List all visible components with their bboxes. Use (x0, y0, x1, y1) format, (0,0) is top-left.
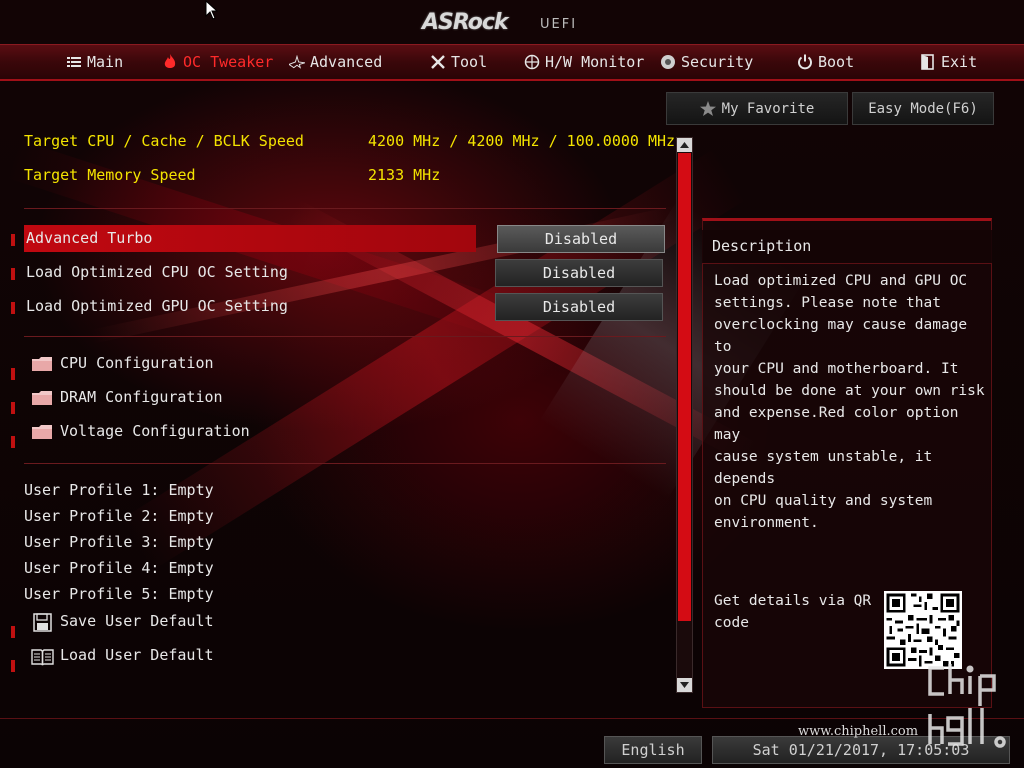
description-title: Description (702, 230, 992, 264)
save-user-default-button[interactable]: Save User Default (60, 612, 214, 630)
monitor-icon (524, 54, 540, 70)
row-marker (11, 402, 15, 414)
folder-icon (32, 357, 52, 371)
row-marker (11, 268, 15, 280)
star-icon (699, 101, 716, 116)
qr-code-icon (884, 591, 962, 669)
tab-security[interactable]: Security (660, 53, 753, 71)
description-text: Load optimized CPU and GPU OC settings. … (714, 270, 986, 534)
header: ASRock UEFI (0, 0, 1024, 44)
watermark-logo-icon (928, 664, 1006, 748)
load-cpu-oc-select[interactable]: Disabled (495, 259, 663, 287)
target-cpu-value: 4200 MHz / 4200 MHz / 100.0000 MHz (368, 132, 676, 150)
divider (24, 336, 666, 337)
target-memory-value: 2133 MHz (368, 166, 441, 184)
advanced-turbo-label[interactable]: Advanced Turbo (26, 229, 152, 247)
tab-label: OC Tweaker (183, 53, 274, 71)
tools-icon (430, 54, 446, 70)
description-line: cause system unstable, it depends (714, 449, 933, 487)
row-marker (11, 368, 15, 380)
tab-label: Exit (941, 53, 978, 71)
folder-icon (32, 391, 52, 405)
uefi-label: UEFI (540, 17, 578, 32)
description-line: environment. (714, 515, 819, 531)
row-marker (11, 302, 15, 314)
easy-mode-label: Easy Mode(F6) (868, 100, 978, 117)
top-navigation: Main OC Tweaker Advanced Tool H/W Monito… (0, 44, 1024, 81)
advanced-turbo-select[interactable]: Disabled (497, 225, 665, 253)
scroll-up-button[interactable] (677, 138, 692, 152)
tab-main[interactable]: Main (66, 53, 123, 71)
tab-label: Boot (818, 53, 855, 71)
my-favorite-tab[interactable]: My Favorite (666, 92, 848, 125)
tab-oc-tweaker[interactable]: OC Tweaker (162, 53, 273, 71)
row-marker (11, 660, 15, 672)
user-profile-5[interactable]: User Profile 5: Empty (24, 585, 214, 603)
tab-label: Security (681, 53, 754, 71)
tab-label: Advanced (310, 53, 383, 71)
submenu-voltage-configuration[interactable]: Voltage Configuration (60, 422, 250, 440)
exit-icon (920, 54, 936, 70)
user-profile-4[interactable]: User Profile 4: Empty (24, 559, 214, 577)
qr-line: Get details via QR (714, 593, 872, 609)
list-icon (66, 54, 82, 70)
load-user-default-button[interactable]: Load User Default (60, 646, 214, 664)
row-marker (11, 234, 15, 246)
arrow-up-icon (680, 142, 689, 148)
user-profile-3[interactable]: User Profile 3: Empty (24, 533, 214, 551)
save-icon (33, 613, 52, 632)
tab-label: Main (87, 53, 124, 71)
divider (24, 208, 666, 209)
shield-icon (660, 54, 676, 70)
row-marker (11, 626, 15, 638)
brand-logo: ASRock (422, 10, 509, 35)
tab-boot[interactable]: Boot (797, 53, 854, 71)
watermark-text: www.chiphell.com (798, 724, 919, 739)
star-icon (289, 54, 305, 70)
folder-icon (32, 425, 52, 439)
description-line: Load optimized CPU and GPU OC (714, 273, 968, 289)
tab-hw-monitor[interactable]: H/W Monitor (524, 53, 644, 71)
submenu-cpu-configuration[interactable]: CPU Configuration (60, 354, 214, 372)
tab-exit[interactable]: Exit (920, 53, 977, 71)
description-line: should be done at your own risk (714, 383, 985, 399)
description-line: overclocking may cause damage to (714, 317, 968, 355)
tab-tool[interactable]: Tool (430, 53, 487, 71)
description-line: on CPU quality and system (714, 493, 933, 509)
user-profile-2[interactable]: User Profile 2: Empty (24, 507, 214, 525)
mouse-cursor-icon (205, 0, 219, 20)
tab-advanced[interactable]: Advanced (289, 53, 382, 71)
user-profile-1[interactable]: User Profile 1: Empty (24, 481, 214, 499)
easy-mode-tab[interactable]: Easy Mode(F6) (852, 92, 994, 125)
load-gpu-oc-label[interactable]: Load Optimized GPU OC Setting (26, 297, 288, 315)
book-icon (31, 649, 54, 666)
description-line: your CPU and motherboard. It (714, 361, 959, 377)
scrollbar-thumb[interactable] (678, 153, 691, 621)
description-line: settings. Please note that (714, 295, 941, 311)
target-memory-label: Target Memory Speed (24, 166, 196, 184)
tab-label: H/W Monitor (545, 53, 645, 71)
submenu-dram-configuration[interactable]: DRAM Configuration (60, 388, 223, 406)
load-gpu-oc-select[interactable]: Disabled (495, 293, 663, 321)
flame-icon (162, 54, 178, 70)
footer-divider (0, 718, 1024, 719)
target-cpu-label: Target CPU / Cache / BCLK Speed (24, 132, 304, 150)
arrow-down-icon (680, 682, 689, 688)
power-icon (797, 54, 813, 70)
description-line: and expense.Red color option may (714, 405, 959, 443)
divider (24, 463, 666, 464)
row-marker (11, 436, 15, 448)
tab-label: Tool (451, 53, 488, 71)
language-button[interactable]: English (604, 736, 702, 764)
qr-line: code (714, 615, 749, 631)
my-favorite-label: My Favorite (721, 100, 815, 117)
qr-details-text: Get details via QR code (714, 590, 874, 634)
load-cpu-oc-label[interactable]: Load Optimized CPU OC Setting (26, 263, 288, 281)
scroll-down-button[interactable] (677, 678, 692, 692)
